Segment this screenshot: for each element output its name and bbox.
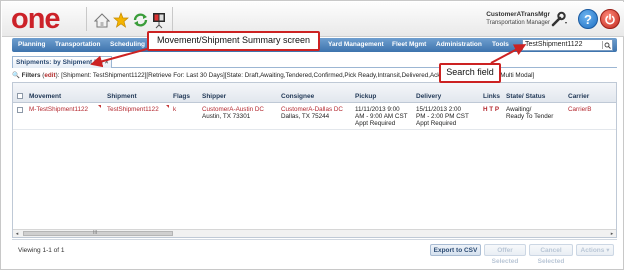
pickup-date: 11/11/2013 9:00 [355, 106, 400, 113]
search-input[interactable]: TestShipment1122 [522, 39, 613, 51]
user-role: Transportation Manager [486, 20, 550, 26]
close-icon[interactable]: × [105, 59, 109, 66]
filter-icon: 🔍 [12, 72, 20, 79]
carrier-link[interactable]: CarrierB [568, 106, 591, 113]
note-marker [166, 105, 169, 108]
help-icon[interactable]: ? [578, 9, 598, 29]
scroll-right-icon[interactable]: ▸ [609, 231, 615, 237]
user-name: CustomerATransMgr [486, 11, 550, 18]
cancel-selected-button[interactable]: Cancel Selected [529, 244, 573, 265]
movement-link[interactable]: M-TestShipment1122 [29, 106, 88, 113]
column-pickup[interactable]: Pickup [355, 93, 376, 100]
delivery-appt: Appt Required [416, 120, 457, 128]
filters-bar: 🔍 Filters (edit): [Shipment: TestShipmen… [12, 72, 535, 79]
viewing-count: Viewing 1-1 of 1 [18, 247, 65, 254]
nav-item-tools[interactable]: Tools [492, 41, 509, 48]
nav-item-transportation[interactable]: Transportation [55, 41, 101, 48]
consignee-city: Dallas, TX 75244 [281, 113, 330, 121]
filters-label: Filters [21, 72, 41, 79]
actions-button[interactable]: Actions ▾ [576, 244, 614, 256]
nav-item-scheduling[interactable]: Scheduling [110, 41, 145, 48]
tab-shipments-by-shipment-no[interactable]: Shipments: by Shipment No × [12, 56, 113, 68]
column-movement[interactable]: Movement [29, 93, 61, 100]
column-links[interactable]: Links [483, 93, 500, 100]
search-icon[interactable] [602, 41, 611, 49]
logo[interactable]: one [11, 3, 61, 35]
column-shipment[interactable]: Shipment [107, 93, 137, 100]
note-marker [98, 105, 101, 108]
pickup-window: AM - 9:00 AM CST [355, 113, 408, 121]
logo-text: one [11, 3, 61, 35]
scroll-left-icon[interactable]: ◂ [14, 231, 20, 237]
column-delivery[interactable]: Delivery [416, 93, 441, 100]
shipper-name[interactable]: CustomerA-Austin DC [202, 106, 264, 113]
nav-item-yard-management[interactable]: Yard Management [328, 41, 384, 48]
state-value: Awaiting/ [506, 106, 532, 113]
power-icon[interactable] [600, 9, 620, 29]
table-row[interactable]: M-TestShipment1122 TestShipment1122 k Cu… [13, 104, 616, 130]
offer-selected-button[interactable]: Offer Selected [484, 244, 526, 265]
app-window: one CustomerATransMgr Transportation Man… [0, 0, 624, 270]
shipper-city: Austin, TX 73301 [202, 113, 251, 121]
shipment-link[interactable]: TestShipment1122 [107, 106, 159, 113]
status-value: Ready To Tender [506, 113, 554, 121]
callout-summary-screen: Movement/Shipment Summary screen [147, 31, 320, 51]
scrollbar-thumb[interactable] [23, 231, 173, 236]
callout-search-field: Search field [439, 63, 501, 83]
nav-item-fleet-mgmt[interactable]: Fleet Mgmt [392, 41, 426, 48]
consignee-cell: CustomerA-Dallas DC Dallas, TX 75244 [281, 106, 343, 120]
column-state-status[interactable]: State/ Status [506, 93, 550, 100]
horizontal-scrollbar[interactable]: ◂ III ▸ [13, 229, 616, 237]
flag-icon[interactable]: k [173, 106, 176, 113]
state-status-cell: Awaiting/ Ready To Tender [506, 106, 553, 120]
column-shipper[interactable]: Shipper [202, 93, 226, 100]
nav-item-planning[interactable]: Planning [18, 41, 45, 48]
filters-edit-link[interactable]: edit [44, 72, 55, 79]
nav-item-administration[interactable]: Administration [436, 41, 482, 48]
delivery-cell: 15/11/2013 2:00 PM - 2:00 PM CST Appt Re… [416, 106, 469, 128]
column-carrier[interactable]: Carrier [568, 93, 589, 100]
delivery-date: 15/11/2013 2:00 [416, 106, 462, 113]
user-info: CustomerATransMgr Transportation Manager [486, 11, 550, 27]
presentation-icon[interactable] [149, 10, 169, 30]
links-htp[interactable]: H T P [483, 106, 499, 113]
header-divider [172, 7, 173, 31]
grid-header: Movement Shipment Flags Shipper Consigne… [13, 83, 616, 103]
row-checkbox[interactable] [17, 107, 23, 113]
export-csv-button[interactable]: Export to CSV [430, 244, 481, 256]
grid-footer: Viewing 1-1 of 1 Export to CSV Offer Sel… [12, 239, 617, 265]
home-icon[interactable] [92, 10, 112, 30]
consignee-name[interactable]: CustomerA-Dallas DC [281, 106, 343, 113]
scroll-grip: III [93, 230, 98, 236]
pickup-cell: 11/11/2013 9:00 AM - 9:00 AM CST Appt Re… [355, 106, 408, 128]
wrench-icon[interactable] [550, 10, 568, 28]
column-consignee[interactable]: Consignee [281, 93, 314, 100]
favorites-star-icon[interactable] [111, 10, 131, 30]
tab-label: Shipments: by Shipment No [16, 59, 103, 66]
shipments-grid: Movement Shipment Flags Shipper Consigne… [12, 82, 617, 238]
shipper-cell: CustomerA-Austin DC Austin, TX 73301 [202, 106, 264, 120]
tab-strip: Shipments: by Shipment No × [12, 56, 617, 68]
select-all-checkbox[interactable] [17, 93, 23, 99]
delivery-window: PM - 2:00 PM CST [416, 113, 469, 121]
search-input-value: TestShipment1122 [525, 41, 583, 48]
pickup-appt: Appt Required [355, 120, 396, 128]
header-divider [86, 7, 87, 31]
column-flags[interactable]: Flags [173, 93, 190, 100]
refresh-icon[interactable] [130, 10, 150, 30]
